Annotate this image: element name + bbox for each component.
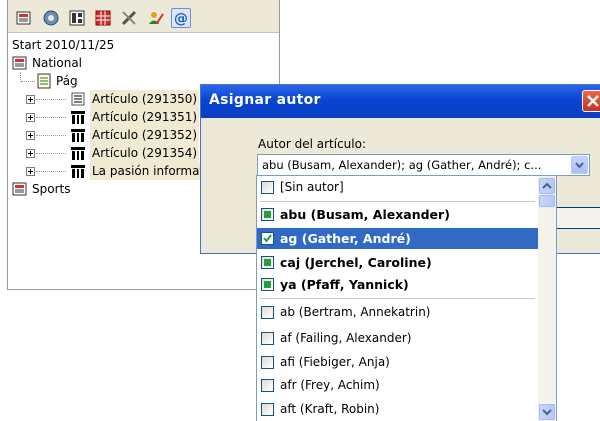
checkbox[interactable] (261, 306, 274, 319)
toolbar: @ (8, 0, 279, 33)
article-icon (71, 111, 85, 124)
list-item-aft[interactable]: aft (Kraft, Robin) (257, 399, 538, 420)
list-item-label: afi (Fiebiger, Anja) (280, 355, 390, 369)
sports-label: Sports (32, 182, 71, 196)
grid-icon[interactable] (93, 8, 113, 28)
checkbox[interactable] (261, 208, 274, 221)
checkbox[interactable] (261, 379, 274, 392)
list-item-label: ag (Gather, André) (280, 231, 411, 246)
list-scrollbar[interactable] (538, 176, 556, 421)
list-item-label: abu (Busam, Alexander) (280, 207, 450, 222)
close-button[interactable] (582, 90, 600, 112)
list-item-af[interactable]: af (Failing, Alexander) (257, 328, 538, 349)
dialog-title: Asignar autor (209, 92, 321, 108)
separator (260, 201, 535, 202)
title-bar[interactable]: Asignar autor (201, 85, 600, 118)
list-item-label: aft (Kraft, Robin) (280, 402, 380, 416)
user-pencil-icon[interactable] (145, 8, 165, 28)
list-item-label: afr (Frey, Achim) (280, 378, 380, 392)
newspaper-icon (12, 182, 27, 196)
list-item-ab[interactable]: ab (Bertram, Annekatrin) (257, 302, 538, 323)
scroll-thumb[interactable] (539, 195, 555, 207)
author-combo-value: abu (Busam, Alexander); ag (Gather, Andr… (262, 158, 542, 172)
author-combobox[interactable]: abu (Busam, Alexander); ag (Gather, Andr… (257, 154, 590, 176)
page-label: Pág (56, 74, 78, 88)
checkbox[interactable] (261, 332, 274, 345)
list-item-afi[interactable]: afi (Fiebiger, Anja) (257, 352, 538, 373)
tree-line (36, 171, 66, 172)
checkbox[interactable] (261, 403, 274, 416)
article-icon (71, 92, 85, 106)
page-icon (37, 73, 51, 89)
list-item-abu[interactable]: abu (Busam, Alexander) (257, 204, 538, 225)
newspaper-icon[interactable] (14, 8, 34, 28)
checkbox[interactable] (261, 278, 274, 291)
list-item-label: caj (Jerchel, Caroline) (280, 255, 432, 270)
article-label: Artículo (291351) (90, 108, 200, 126)
checkbox[interactable] (261, 232, 274, 245)
checkbox[interactable] (261, 256, 274, 269)
scroll-down-button[interactable] (539, 404, 555, 420)
list-item-afr[interactable]: afr (Frey, Achim) (257, 375, 538, 396)
tree-line (21, 81, 35, 82)
expand-icon[interactable] (26, 167, 35, 176)
combo-dropdown-button[interactable] (571, 156, 588, 174)
chevron-down-icon (575, 162, 584, 169)
layout-icon[interactable] (67, 8, 87, 28)
close-icon (587, 95, 599, 107)
checkbox[interactable] (261, 181, 274, 194)
svg-text:@: @ (174, 11, 188, 27)
page-node[interactable]: Pág (36, 72, 186, 90)
separator (260, 298, 535, 299)
article-label: Artículo (291354) (90, 144, 200, 162)
expand-icon[interactable] (26, 131, 35, 140)
list-item-sin-autor[interactable]: [Sin autor] (257, 177, 538, 198)
tree-line (36, 99, 66, 100)
scroll-up-button[interactable] (539, 178, 555, 194)
article-icon (71, 147, 85, 160)
national-label: National (32, 56, 83, 70)
gear-icon[interactable] (41, 8, 61, 28)
article-label: Artículo (291350) (90, 90, 200, 108)
expand-icon[interactable] (26, 113, 35, 122)
article-icon (71, 165, 85, 178)
tools-icon[interactable] (119, 8, 139, 28)
chevron-up-icon (542, 182, 552, 189)
article-icon (71, 129, 85, 142)
checkbox[interactable] (261, 356, 274, 369)
checkmark-icon (263, 234, 272, 243)
list-item-label: ab (Bertram, Annekatrin) (280, 305, 431, 319)
expand-icon[interactable] (26, 95, 35, 104)
list-item-label: [Sin autor] (280, 180, 344, 194)
list-item-label: af (Failing, Alexander) (280, 331, 412, 345)
tree-line (36, 117, 66, 118)
list-item-ya[interactable]: ya (Pfaff, Yannick) (257, 274, 538, 295)
list-item-ag[interactable]: ag (Gather, André) (257, 228, 538, 249)
article-label: Artículo (291352) (90, 126, 200, 144)
tree-line (36, 135, 66, 136)
chevron-down-icon (542, 409, 552, 416)
sports-node[interactable]: Sports (12, 180, 212, 198)
author-field-label: Autor del artículo: (258, 137, 367, 151)
newspaper-icon (12, 56, 27, 70)
list-item-label: ya (Pfaff, Yannick) (280, 277, 409, 292)
tree-line (36, 153, 66, 154)
national-node[interactable]: National (12, 54, 212, 72)
start-label: Start 2010/11/25 (12, 38, 115, 52)
expand-icon[interactable] (26, 149, 35, 158)
at-sign-icon[interactable]: @ (171, 8, 191, 28)
list-item-caj[interactable]: caj (Jerchel, Caroline) (257, 252, 538, 273)
author-dropdown-list: [Sin autor] abu (Busam, Alexander) ag (G… (256, 175, 557, 421)
